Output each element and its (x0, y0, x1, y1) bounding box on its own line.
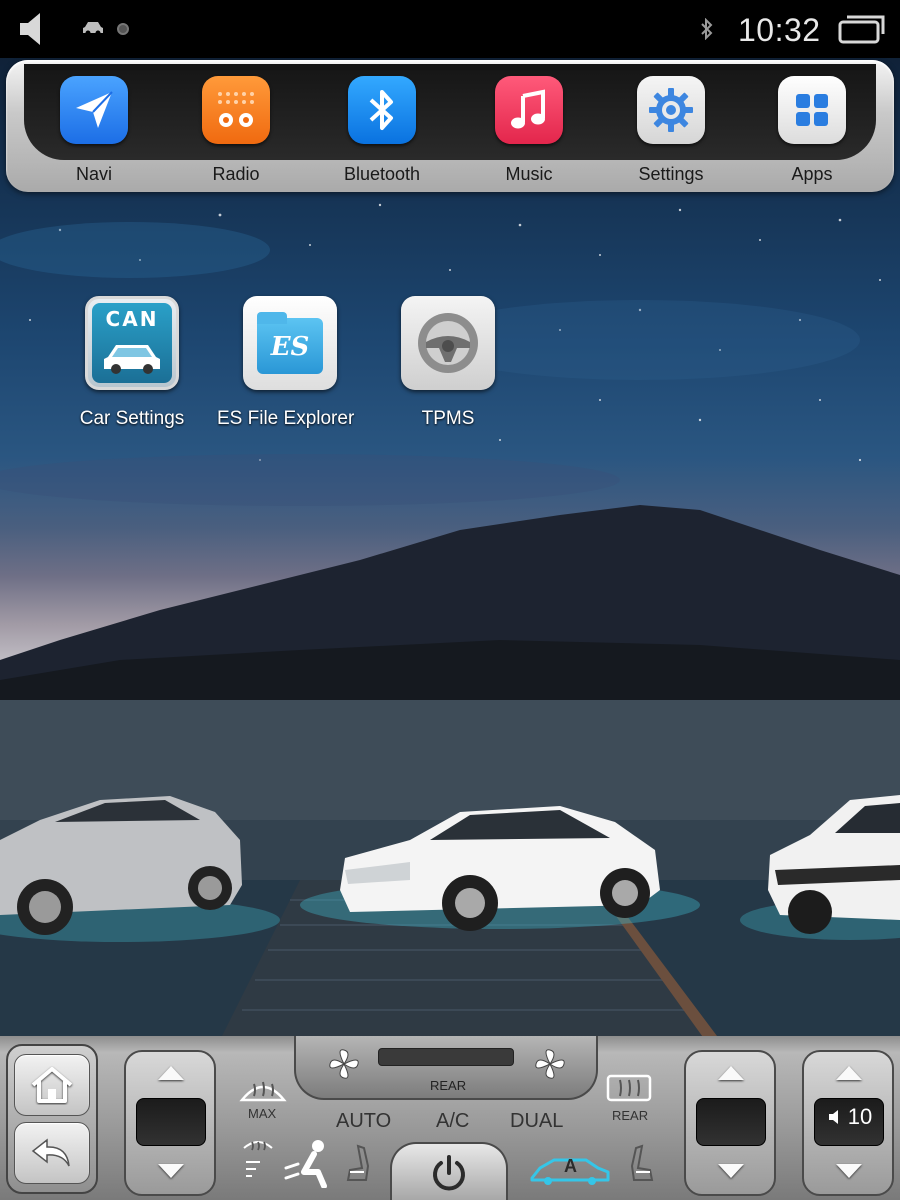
desktop-label-tpms: TPMS (421, 408, 475, 429)
steering-wheel-icon (401, 296, 495, 390)
fan-icon (329, 1049, 359, 1079)
windshield-airflow-icon (243, 1141, 273, 1177)
music-note-icon (495, 76, 563, 144)
left-temp-up-icon[interactable] (158, 1066, 184, 1080)
dock-label-radio: Radio (212, 164, 260, 184)
rear-defrost-icon (606, 1074, 652, 1102)
right-temp-up-icon[interactable] (718, 1066, 744, 1080)
desktop-app-es-file-explorer[interactable]: ES ES File Explorer (210, 296, 370, 430)
dock-label-music: Music (505, 164, 553, 184)
desktop-label-car-settings: Car Settings (79, 408, 185, 429)
dock-item-settings[interactable]: Settings (611, 76, 731, 188)
gear-icon (637, 76, 705, 144)
clock: 10:32 (738, 12, 821, 48)
right-temp-down-icon[interactable] (718, 1164, 744, 1178)
power-icon (433, 1155, 465, 1191)
back-button[interactable] (14, 1122, 90, 1184)
home-button[interactable] (14, 1054, 90, 1116)
dock-label-navi: Navi (75, 164, 112, 184)
volume-panel: 10 (802, 1050, 894, 1196)
bluetooth-icon (348, 76, 416, 144)
recirculation-button[interactable]: A (528, 1148, 612, 1192)
volume-value: 10 (847, 1104, 873, 1129)
navigation-arrow-icon (60, 76, 128, 144)
seat-heat-icon (630, 1144, 654, 1181)
fan-speed-control[interactable]: REAR (294, 1036, 598, 1100)
rear-defrost-label: REAR (612, 1108, 649, 1123)
left-seat-heat-button[interactable] (344, 1144, 372, 1186)
radio-icon (202, 76, 270, 144)
volume-readout: 10 (820, 1100, 880, 1134)
front-defrost-max-button[interactable]: MAX (238, 1076, 290, 1130)
front-defrost-icon (239, 1081, 287, 1102)
fan-speed-bar (378, 1048, 514, 1066)
status-bar: 10:32 (0, 0, 900, 58)
dock-item-music[interactable]: Music (469, 76, 589, 188)
right-temp-display (696, 1098, 766, 1146)
ac-button[interactable]: A/C (436, 1110, 469, 1133)
left-temp-display (136, 1098, 206, 1146)
es-badge-text: ES (270, 332, 310, 362)
can-badge-text: CAN (105, 307, 159, 331)
auto-button[interactable]: AUTO (336, 1110, 391, 1133)
volume-up-icon[interactable] (836, 1066, 862, 1080)
power-button[interactable] (390, 1142, 508, 1200)
dock-item-navi[interactable]: Navi (34, 76, 154, 188)
dock-label-bluetooth: Bluetooth (343, 164, 421, 184)
rear-defrost-button[interactable]: REAR (604, 1074, 660, 1130)
desktop-app-tpms[interactable]: TPMS (368, 296, 528, 430)
fan-rear-label: REAR (430, 1078, 467, 1093)
dual-button[interactable]: DUAL (510, 1110, 563, 1133)
bluetooth-icon (700, 17, 714, 45)
record-dot-icon (117, 23, 129, 35)
back-arrow-icon (31, 1138, 70, 1167)
recirculation-label: A (564, 1156, 577, 1176)
desktop-label-es-file-explorer: ES File Explorer (217, 408, 355, 429)
desktop-app-car-settings[interactable]: CAN Car Settings (52, 296, 212, 430)
airflow-person-icon (284, 1140, 327, 1189)
climate-control-bar: REAR MAX REAR AUTO A/C DUAL A 10 (0, 1036, 900, 1200)
grid-icon (778, 76, 846, 144)
home-icon (31, 1067, 73, 1103)
es-folder-icon: ES (243, 296, 337, 390)
fan-icon (535, 1049, 565, 1079)
seat-heat-icon (346, 1144, 370, 1181)
recent-apps-icon[interactable] (838, 14, 886, 49)
app-dock: Navi Radio Bluetooth Music Settings Apps (6, 60, 894, 192)
right-temp-panel (684, 1050, 776, 1196)
volume-icon[interactable] (18, 10, 52, 53)
dock-label-apps: Apps (791, 164, 833, 184)
volume-down-icon[interactable] (836, 1164, 862, 1178)
left-temp-down-icon[interactable] (158, 1164, 184, 1178)
dock-item-bluetooth[interactable]: Bluetooth (322, 76, 442, 188)
can-car-icon: CAN (85, 296, 179, 390)
speaker-icon (828, 1110, 838, 1124)
car-icon (82, 20, 104, 41)
dock-item-apps[interactable]: Apps (752, 76, 872, 188)
dock-label-settings: Settings (638, 164, 704, 184)
windshield-airflow-button[interactable] (240, 1136, 280, 1188)
max-label: MAX (248, 1106, 277, 1121)
airflow-mode-button[interactable] (282, 1138, 338, 1190)
dock-item-radio[interactable]: Radio (176, 76, 296, 188)
left-temp-panel (124, 1050, 216, 1196)
right-seat-heat-button[interactable] (630, 1144, 658, 1186)
